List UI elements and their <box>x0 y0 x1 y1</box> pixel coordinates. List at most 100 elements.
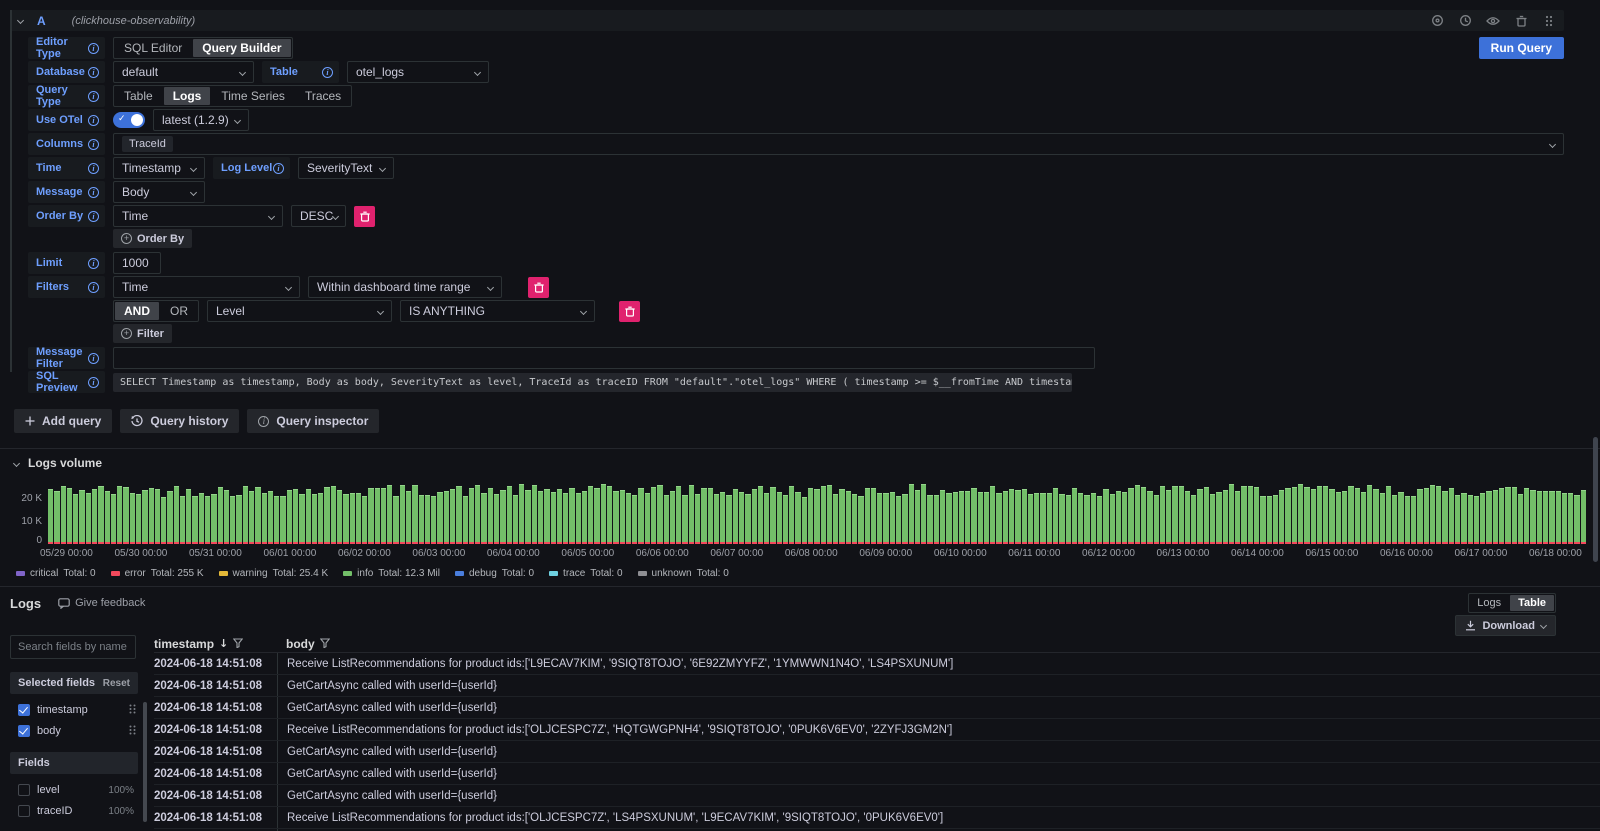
query-row-header[interactable]: A (clickhouse-observability) <box>10 10 1564 31</box>
filter2-operator-select[interactable]: IS ANYTHING <box>400 300 595 322</box>
checkbox-checked[interactable] <box>18 704 30 716</box>
collapse-query-icon[interactable] <box>17 17 24 24</box>
volume-bar <box>720 492 725 544</box>
legend-item-error[interactable]: errorTotal: 255 K <box>111 568 204 579</box>
info-segment <box>79 490 84 542</box>
drag-handle-icon[interactable] <box>129 704 136 717</box>
order-by-direction-select[interactable]: DESC <box>291 205 346 227</box>
info-icon[interactable]: i <box>88 258 99 269</box>
and-option[interactable]: AND <box>115 302 159 320</box>
otel-version-select[interactable]: latest (1.2.9) <box>153 109 249 131</box>
run-query-button[interactable]: Run Query <box>1479 37 1564 59</box>
logs-volume-header[interactable]: Logs volume <box>0 456 1600 470</box>
filter-funnel-icon[interactable] <box>233 637 243 651</box>
legend-item-warning[interactable]: warningTotal: 25.4 K <box>219 568 329 579</box>
query-history-icon[interactable] <box>1458 14 1472 28</box>
timestamp-column-header[interactable]: timestamp <box>154 637 214 651</box>
collapse-logs-volume-icon[interactable] <box>13 459 20 466</box>
info-icon[interactable]: i <box>88 163 99 174</box>
query-type-traces[interactable]: Traces <box>295 87 351 105</box>
error-segment <box>1248 542 1253 544</box>
filter1-field-select[interactable]: Time <box>113 276 300 298</box>
filter1-operator-select[interactable]: Within dashboard time range <box>308 276 502 298</box>
info-segment <box>450 489 455 542</box>
selected-field-body[interactable]: body <box>18 723 136 739</box>
query-type-table[interactable]: Table <box>114 87 163 105</box>
info-icon[interactable]: i <box>88 67 99 78</box>
add-order-by-button[interactable]: + Order By <box>113 229 192 248</box>
hide-response-eye-icon[interactable] <box>1486 14 1500 28</box>
info-icon[interactable]: i <box>273 163 284 174</box>
editor-type-query-builder[interactable]: Query Builder <box>193 39 290 57</box>
info-icon[interactable]: i <box>88 353 99 364</box>
legend-item-unknown[interactable]: unknownTotal: 0 <box>638 568 729 579</box>
add-query-button[interactable]: Add query <box>14 409 112 433</box>
info-icon[interactable]: i <box>88 211 99 222</box>
table-select[interactable]: otel_logs <box>347 61 489 83</box>
columns-multiselect[interactable]: TraceId <box>113 133 1564 155</box>
time-column-select[interactable]: Timestamp <box>113 157 205 179</box>
legend-item-critical[interactable]: criticalTotal: 0 <box>16 568 96 579</box>
info-icon[interactable]: i <box>88 91 99 102</box>
view-table-option[interactable]: Table <box>1510 595 1554 611</box>
body-column-header[interactable]: body <box>286 637 315 651</box>
legend-item-info[interactable]: infoTotal: 12.3 Mil <box>343 568 440 579</box>
info-segment <box>280 496 285 542</box>
info-icon[interactable]: i <box>88 282 99 293</box>
add-filter-button[interactable]: + Filter <box>113 324 172 343</box>
info-icon[interactable]: i <box>322 67 333 78</box>
volume-bar <box>1298 484 1303 544</box>
checkbox-unchecked[interactable] <box>18 784 30 796</box>
info-icon[interactable]: i <box>88 115 99 126</box>
available-field-traceID[interactable]: traceID100% <box>18 803 136 819</box>
search-fields-input[interactable] <box>10 635 136 659</box>
remove-filter2-trash-icon[interactable] <box>619 301 640 322</box>
error-segment <box>1524 542 1529 544</box>
info-icon[interactable]: i <box>88 187 99 198</box>
message-filter-input[interactable] <box>113 347 1095 369</box>
limit-input[interactable] <box>113 252 161 274</box>
legend-item-trace[interactable]: traceTotal: 0 <box>549 568 622 579</box>
info-segment <box>324 487 329 542</box>
query-type-logs[interactable]: Logs <box>164 87 211 105</box>
or-option[interactable]: OR <box>160 302 198 320</box>
checkbox-unchecked[interactable] <box>18 805 30 817</box>
use-otel-toggle[interactable] <box>113 112 145 128</box>
filter-funnel-icon[interactable] <box>320 637 330 651</box>
legend-item-debug[interactable]: debugTotal: 0 <box>455 568 534 579</box>
drag-handle-icon[interactable] <box>1542 14 1556 28</box>
sidebar-scrollbar[interactable] <box>143 702 147 822</box>
remove-query-trash-icon[interactable] <box>1514 14 1528 28</box>
column-chip-traceid[interactable]: TraceId <box>122 136 173 152</box>
query-type-time-series[interactable]: Time Series <box>211 87 295 105</box>
drag-handle-icon[interactable] <box>129 725 136 738</box>
duplicate-query-icon[interactable] <box>1430 14 1444 28</box>
info-segment <box>569 488 574 542</box>
selected-field-timestamp[interactable]: timestamp <box>18 702 136 718</box>
view-logs-option[interactable]: Logs <box>1469 595 1509 611</box>
remove-filter1-trash-icon[interactable] <box>528 277 549 298</box>
query-inspector-button[interactable]: i Query inspector <box>247 409 379 433</box>
message-column-select[interactable]: Body <box>113 181 205 203</box>
filter2-field-select[interactable]: Level <box>207 300 392 322</box>
legend-label: info <box>357 568 373 579</box>
order-by-field-select[interactable]: Time <box>113 205 283 227</box>
log-level-select[interactable]: SeverityText <box>298 157 394 179</box>
sort-desc-icon[interactable]: ↓ <box>219 637 228 650</box>
info-icon[interactable]: i <box>88 43 99 54</box>
checkbox-checked[interactable] <box>18 725 30 737</box>
remove-order-by-trash-icon[interactable] <box>354 206 375 227</box>
info-segment <box>123 487 128 542</box>
info-icon[interactable]: i <box>88 139 99 150</box>
editor-type-sql-editor[interactable]: SQL Editor <box>114 39 192 57</box>
legend-total: Total: 0 <box>590 568 622 579</box>
info-icon[interactable]: i <box>88 377 99 388</box>
query-history-button[interactable]: Query history <box>120 409 239 433</box>
give-feedback-link[interactable]: Give feedback <box>58 597 145 609</box>
available-field-level[interactable]: level100% <box>18 782 136 798</box>
download-button[interactable]: Download <box>1455 615 1556 636</box>
volume-bar <box>764 493 769 544</box>
reset-button[interactable]: Reset <box>103 678 130 689</box>
page-scrollbar-thumb[interactable] <box>1593 437 1598 562</box>
database-select[interactable]: default <box>113 61 254 83</box>
